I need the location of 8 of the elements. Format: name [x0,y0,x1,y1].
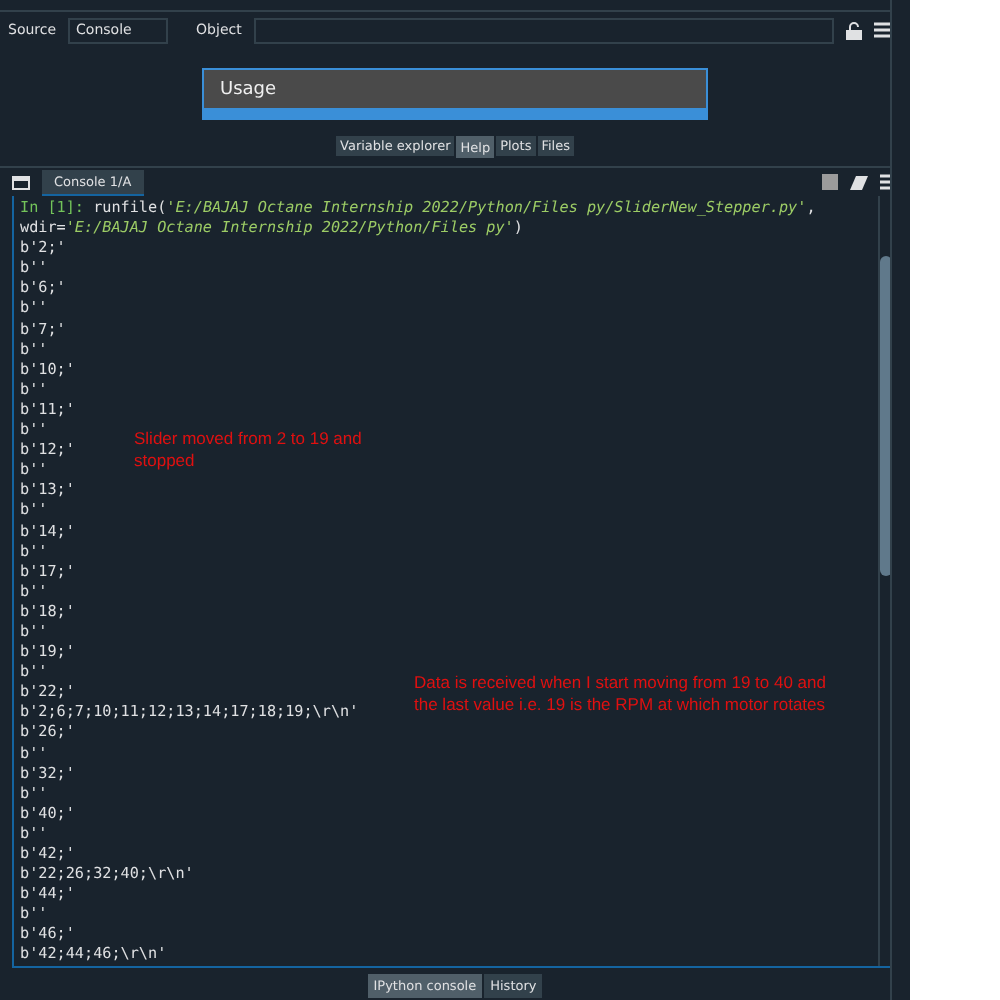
object-field[interactable] [253,17,834,43]
annotation-text: Data is received when I start moving from 19 to 40 and the last value i.e. 19 is the RPM at which motor rotates [414,672,828,716]
annotation-text: Slider moved from 2 to 19 and stopped [134,428,364,472]
window-icon[interactable] [12,175,30,189]
usage-panel: Usage [202,68,708,120]
menu-icon[interactable] [873,22,892,38]
eraser-icon[interactable] [850,175,868,189]
lock-icon[interactable] [845,21,862,39]
